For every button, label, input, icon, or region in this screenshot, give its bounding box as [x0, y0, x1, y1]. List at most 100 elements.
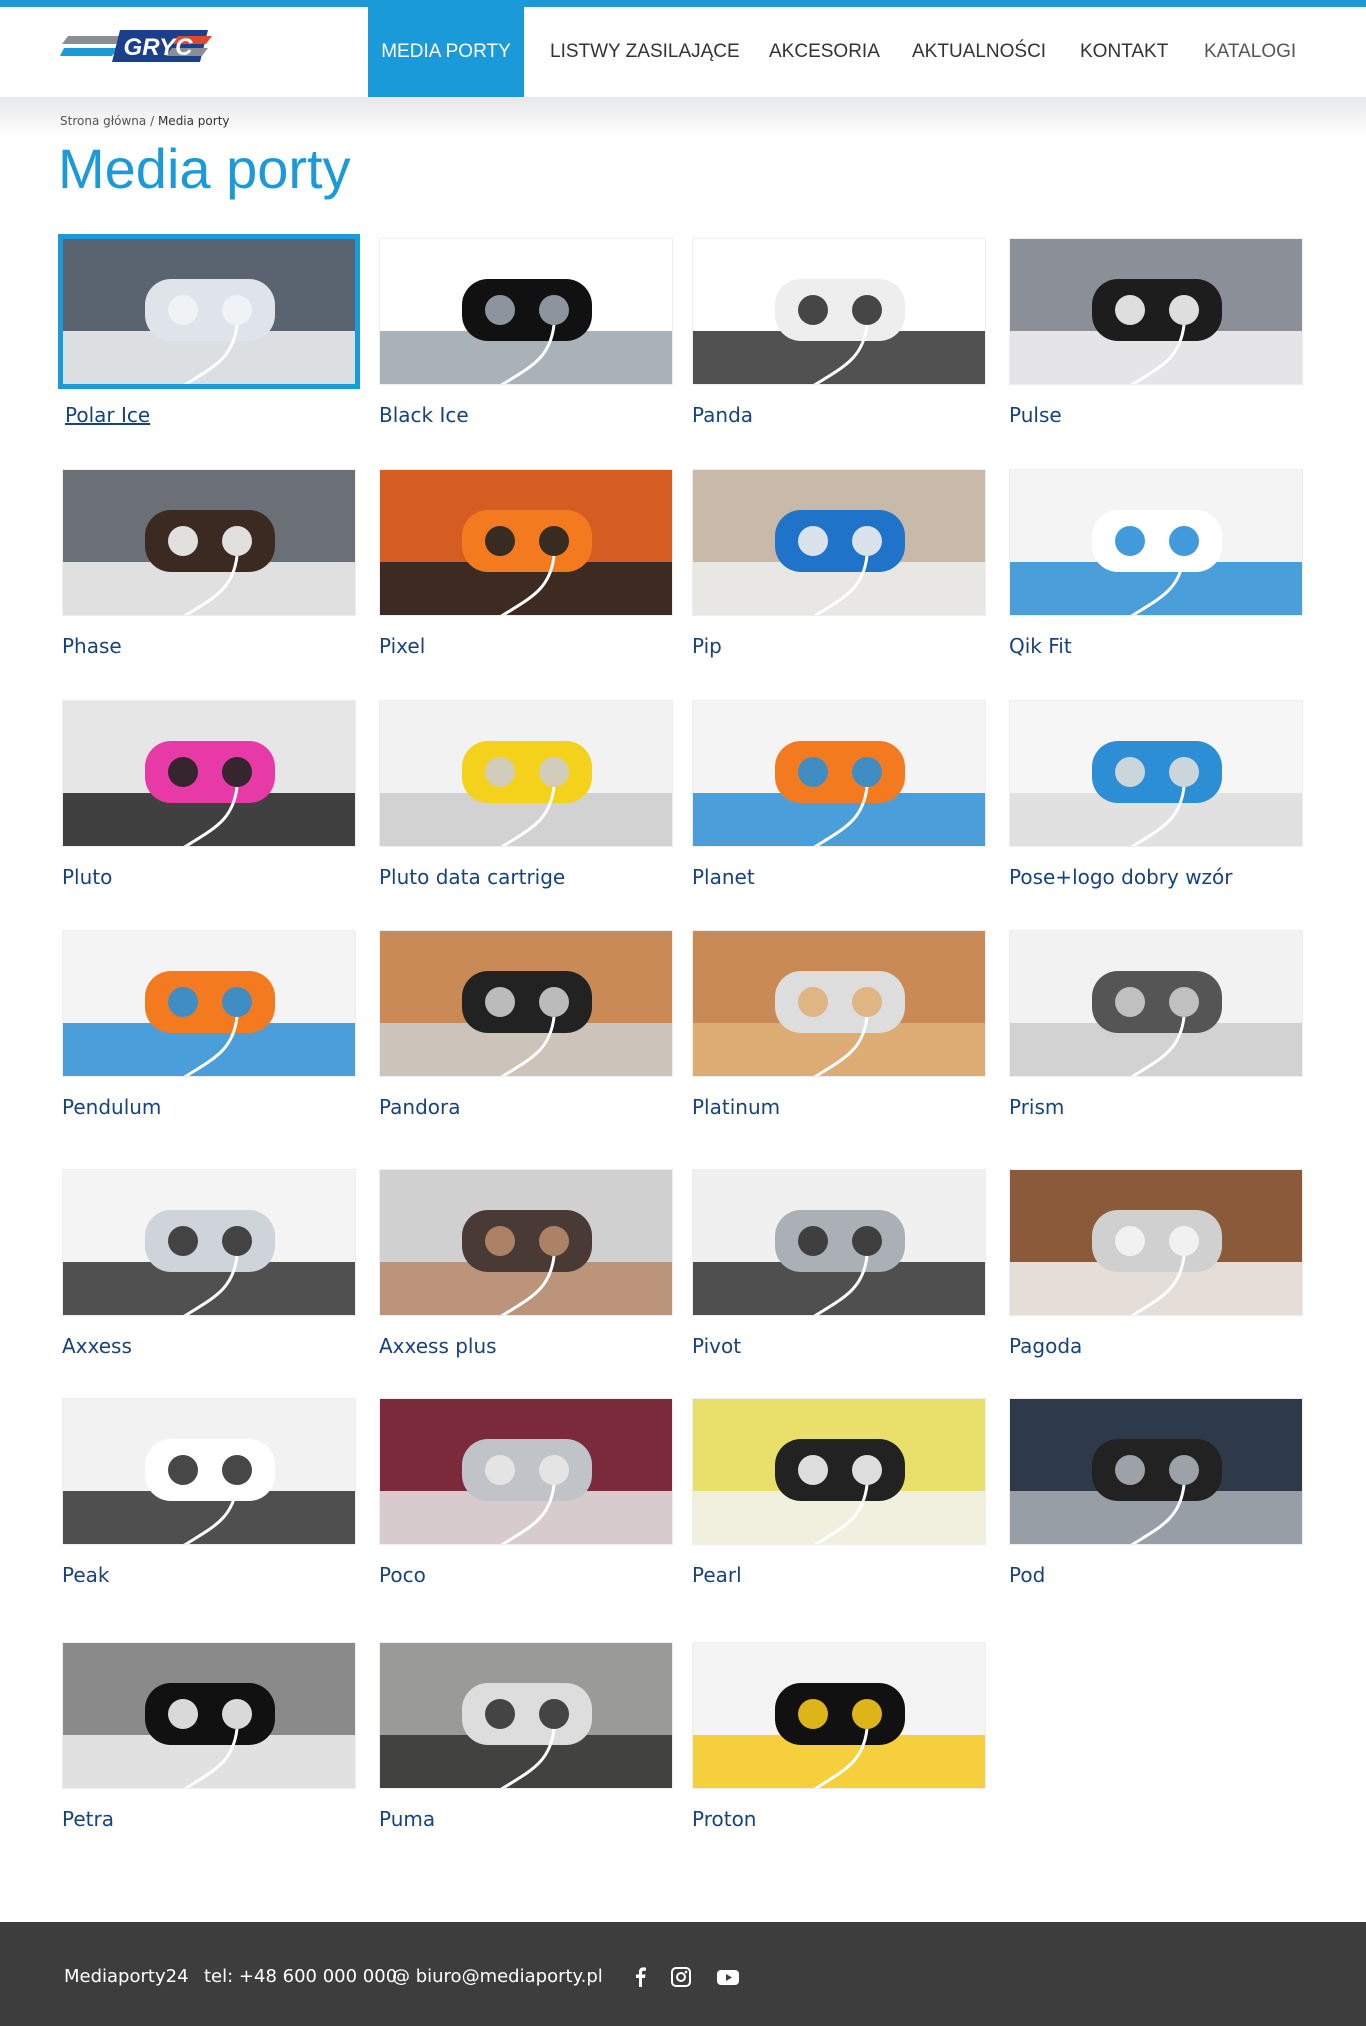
product-image-pluto-data-cartrige[interactable]	[379, 700, 673, 847]
site-footer: Mediaporty24 tel: +48 600 000 000 @ biur…	[0, 1922, 1366, 2026]
nav-kontakt[interactable]: KONTAKT	[1080, 7, 1168, 97]
product-name-pluto-data-cartrige[interactable]: Pluto data cartrige	[379, 865, 675, 889]
product-card: Pod	[1009, 1398, 1305, 1587]
instagram-icon[interactable]	[670, 1966, 692, 1988]
product-name-puma[interactable]: Puma	[379, 1807, 675, 1831]
product-card: Axxess	[62, 1169, 358, 1358]
page-title: Media porty	[58, 137, 351, 200]
product-image-planet[interactable]	[692, 700, 986, 847]
breadcrumb-separator: /	[150, 114, 155, 128]
product-image-proton[interactable]	[692, 1642, 986, 1789]
product-image-peak[interactable]	[62, 1398, 356, 1545]
product-card: Polar Ice	[58, 234, 360, 427]
product-name-pip[interactable]: Pip	[692, 634, 988, 658]
product-image-pagoda[interactable]	[1009, 1169, 1303, 1316]
product-image-qik-fit[interactable]	[1009, 469, 1303, 616]
product-image-axxess[interactable]	[62, 1169, 356, 1316]
product-card: Pendulum	[62, 930, 358, 1119]
product-name-phase[interactable]: Phase	[62, 634, 358, 658]
product-card: Pluto	[62, 700, 358, 889]
product-image-pixel[interactable]	[379, 469, 673, 616]
product-image-panda[interactable]	[692, 238, 986, 385]
product-name-axxess-plus[interactable]: Axxess plus	[379, 1334, 675, 1358]
product-card: Pixel	[379, 469, 675, 658]
product-card: Pose+logo dobry wzór	[1009, 700, 1305, 889]
youtube-icon[interactable]	[716, 1966, 740, 1988]
product-image-pluto[interactable]	[62, 700, 356, 847]
facebook-icon[interactable]	[630, 1966, 652, 1988]
product-name-pod[interactable]: Pod	[1009, 1563, 1305, 1587]
product-name-poco[interactable]: Poco	[379, 1563, 675, 1587]
product-image-black-ice[interactable]	[379, 238, 673, 385]
product-name-pendulum[interactable]: Pendulum	[62, 1095, 358, 1119]
product-name-proton[interactable]: Proton	[692, 1807, 988, 1831]
footer-phone[interactable]: tel: +48 600 000 000	[204, 1966, 397, 1987]
product-name-black-ice[interactable]: Black Ice	[379, 403, 675, 427]
product-image-petra[interactable]	[62, 1642, 356, 1789]
product-name-panda[interactable]: Panda	[692, 403, 988, 427]
product-name-pose-logo-dobry-wz-r[interactable]: Pose+logo dobry wzór	[1009, 865, 1305, 889]
product-card: Platinum	[692, 930, 988, 1119]
product-image-platinum[interactable]	[692, 930, 986, 1077]
product-name-polar-ice[interactable]: Polar Ice	[62, 403, 358, 427]
product-name-pixel[interactable]: Pixel	[379, 634, 675, 658]
product-card: Peak	[62, 1398, 358, 1587]
product-image-phase[interactable]	[62, 469, 356, 616]
nav-katalogi[interactable]: KATALOGI	[1204, 7, 1296, 97]
product-card: Pluto data cartrige	[379, 700, 675, 889]
product-name-pagoda[interactable]: Pagoda	[1009, 1334, 1305, 1358]
product-name-pivot[interactable]: Pivot	[692, 1334, 988, 1358]
product-name-pluto[interactable]: Pluto	[62, 865, 358, 889]
product-card: Axxess plus	[379, 1169, 675, 1358]
product-card: Petra	[62, 1642, 358, 1831]
product-image-pivot[interactable]	[692, 1169, 986, 1316]
nav-akcesoria[interactable]: AKCESORIA	[769, 7, 880, 97]
product-card: Planet	[692, 700, 988, 889]
product-card: Poco	[379, 1398, 675, 1587]
product-image-pod[interactable]	[1009, 1398, 1303, 1545]
product-card: Pearl	[692, 1398, 988, 1587]
product-name-prism[interactable]: Prism	[1009, 1095, 1305, 1119]
product-image-pendulum[interactable]	[62, 930, 356, 1077]
nav-listwy-zasilajace[interactable]: LISTWY ZASILAJĄCE	[550, 7, 740, 97]
nav-aktualnosci[interactable]: AKTUALNOŚCI	[912, 7, 1046, 97]
site-logo[interactable]: GRYC	[60, 22, 212, 72]
footer-brand: Mediaporty24	[64, 1966, 189, 1987]
product-card: Pulse	[1009, 238, 1305, 427]
breadcrumb: Strona główna / Media porty	[60, 114, 230, 128]
product-image-pip[interactable]	[692, 469, 986, 616]
product-card: Pagoda	[1009, 1169, 1305, 1358]
product-name-pandora[interactable]: Pandora	[379, 1095, 675, 1119]
product-name-planet[interactable]: Planet	[692, 865, 988, 889]
product-image-axxess-plus[interactable]	[379, 1169, 673, 1316]
product-image-pulse[interactable]	[1009, 238, 1303, 385]
product-card: Pandora	[379, 930, 675, 1119]
product-card: Prism	[1009, 930, 1305, 1119]
top-accent-bar	[0, 0, 1366, 7]
product-name-peak[interactable]: Peak	[62, 1563, 358, 1587]
product-name-platinum[interactable]: Platinum	[692, 1095, 988, 1119]
product-name-pearl[interactable]: Pearl	[692, 1563, 988, 1587]
product-card: Panda	[692, 238, 988, 427]
product-image-puma[interactable]	[379, 1642, 673, 1789]
breadcrumb-current: Media porty	[157, 114, 230, 128]
product-image-polar-ice[interactable]	[58, 234, 360, 389]
product-card: Proton	[692, 1642, 988, 1831]
svg-text:GRYC: GRYC	[124, 34, 194, 61]
product-image-pandora[interactable]	[379, 930, 673, 1077]
product-image-pearl[interactable]	[692, 1398, 986, 1545]
product-image-prism[interactable]	[1009, 930, 1303, 1077]
product-card: Phase	[62, 469, 358, 658]
breadcrumb-home[interactable]: Strona główna	[60, 114, 146, 128]
product-name-qik-fit[interactable]: Qik Fit	[1009, 634, 1305, 658]
product-image-pose-logo-dobry-wz-r[interactable]	[1009, 700, 1303, 847]
product-name-axxess[interactable]: Axxess	[62, 1334, 358, 1358]
footer-email[interactable]: @ biuro@mediaporty.pl	[392, 1966, 603, 1987]
product-card: Qik Fit	[1009, 469, 1305, 658]
nav-media-porty[interactable]: MEDIA PORTY	[368, 7, 524, 97]
product-card: Pivot	[692, 1169, 988, 1358]
product-name-petra[interactable]: Petra	[62, 1807, 358, 1831]
product-image-poco[interactable]	[379, 1398, 673, 1545]
product-name-pulse[interactable]: Pulse	[1009, 403, 1305, 427]
product-card: Pip	[692, 469, 988, 658]
